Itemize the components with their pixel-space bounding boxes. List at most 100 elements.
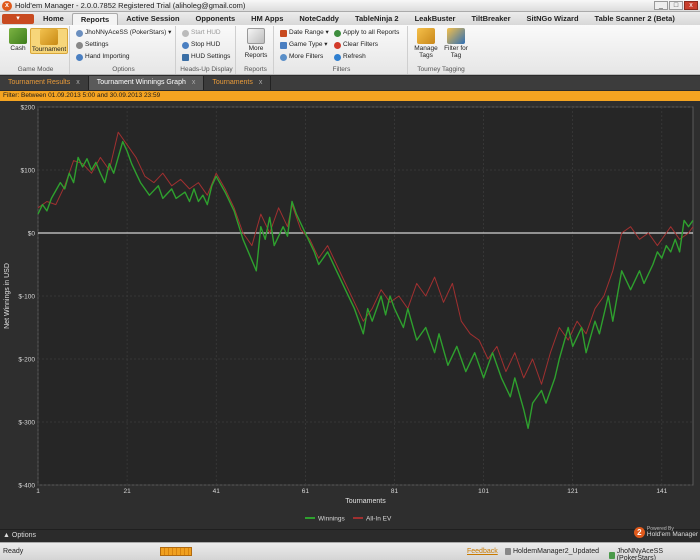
game-type-button[interactable]: Game Type ▾: [280, 40, 328, 50]
tab-leakbuster[interactable]: LeakBuster: [407, 13, 464, 25]
stop-hud-button[interactable]: Stop HUD: [182, 40, 220, 50]
filters-group: Date Range ▾ Game Type ▾ More Filters Ap…: [276, 26, 408, 74]
maximize-button[interactable]: □: [669, 1, 683, 10]
tab-reports[interactable]: Reports: [71, 13, 119, 25]
x-tick-label: 21: [123, 488, 131, 495]
hud-group: Start HUD Stop HUD HUD Settings Heads-Up…: [178, 26, 236, 74]
y-tick-label: $0: [28, 231, 36, 238]
x-tick-label: 121: [567, 488, 578, 495]
y-tick-label: $-100: [18, 294, 35, 301]
options-bar: ▲ Options: [0, 529, 700, 541]
tourney-tagging-label: Tourney Tagging: [417, 66, 465, 73]
tab-tableninja[interactable]: TableNinja 2: [347, 13, 407, 25]
apply-all-reports-button[interactable]: Apply to all Reports: [334, 28, 399, 38]
trophy-icon: [40, 29, 58, 45]
clear-filters-button[interactable]: Clear Filters: [334, 40, 378, 50]
hud-settings-button[interactable]: HUD Settings: [182, 52, 230, 62]
tag-filter-icon: [447, 28, 465, 44]
game-type-icon: [280, 41, 287, 49]
close-button[interactable]: x: [684, 1, 698, 10]
window-controls: _ □ x: [654, 1, 698, 10]
stop-icon: [182, 41, 189, 49]
y-tick-label: $100: [21, 168, 36, 175]
report-icon: [247, 28, 265, 44]
more-filters-button[interactable]: More Filters: [280, 52, 323, 62]
options-toggle[interactable]: ▲ Options: [3, 531, 36, 541]
legend-label: Winnings: [318, 516, 345, 523]
game-mode-label: Game Mode: [17, 66, 54, 73]
tab-hm-apps[interactable]: HM Apps: [243, 13, 291, 25]
tab-home[interactable]: Home: [35, 13, 72, 25]
winnings-graph: $200 $100 $0 $-100 $-200 $-300 $-400 1 21 41 61 81 1…: [0, 101, 700, 529]
start-hud-button[interactable]: Start HUD: [182, 28, 221, 38]
title-bar: x Hold'em Manager - 2.0.0.7852 Registere…: [0, 0, 700, 12]
x-tick-label: 81: [391, 488, 399, 495]
tag-icon: [417, 28, 435, 44]
tab-tournament-winnings-graph[interactable]: Tournament Winnings Graph x: [88, 76, 205, 90]
options-label: Options: [112, 66, 135, 73]
refresh-icon: [334, 53, 341, 61]
tab-table-scanner[interactable]: Table Scanner 2 (Beta): [587, 13, 683, 25]
apply-icon: [334, 29, 341, 37]
x-tick-label: 1: [36, 488, 40, 495]
hud-label: Heads-Up Display: [180, 66, 233, 73]
tab-sitngo-wizard[interactable]: SitNGo Wizard: [519, 13, 587, 25]
x-axis-label: Tournaments: [345, 498, 386, 505]
hud-icon: [182, 53, 189, 61]
player-status[interactable]: JhoNNyAceSS (PokerStars): [609, 548, 700, 560]
cash-button[interactable]: Cash: [5, 28, 31, 52]
status-bar: Ready Feedback HoldemManager2_Updated Jh…: [0, 542, 700, 560]
close-tab-icon[interactable]: x: [259, 76, 263, 90]
options-group: JhoNNyAceSS (PokerStars) ▾ Settings Hand…: [72, 26, 176, 74]
close-tab-icon[interactable]: x: [76, 76, 80, 90]
ribbon: Cash Tournament Game Mode JhoNNyAceSS (P…: [0, 25, 700, 75]
y-tick-label: $-300: [18, 420, 35, 427]
reports-group: More Reports Reports: [238, 26, 274, 74]
hm-logo-icon: 2: [633, 526, 645, 538]
date-range-button[interactable]: Date Range ▾: [280, 28, 329, 38]
reports-label: Reports: [244, 66, 267, 73]
clear-icon: [334, 41, 341, 49]
settings-button[interactable]: Settings: [76, 40, 109, 50]
minimize-button[interactable]: _: [654, 1, 668, 10]
calendar-icon: [280, 29, 287, 37]
y-axis-label: Net Winnings in USD: [4, 263, 11, 329]
tab-tournament-results[interactable]: Tournament Results x: [0, 76, 89, 90]
tournament-button[interactable]: Tournament: [30, 28, 68, 54]
window-title: Hold'em Manager - 2.0.0.7852 Registered …: [15, 1, 246, 10]
filters-label: Filters: [332, 66, 351, 73]
player-selector[interactable]: JhoNNyAceSS (PokerStars) ▾: [76, 28, 171, 38]
x-tick-label: 101: [478, 488, 489, 495]
more-reports-button[interactable]: More Reports: [242, 28, 270, 59]
import-progress-bar: [160, 547, 192, 556]
filter-for-tag-button[interactable]: Filter for Tag: [442, 28, 470, 59]
tab-tournaments[interactable]: Tournaments x: [204, 76, 272, 90]
close-tab-icon[interactable]: x: [192, 76, 196, 90]
status-ready: Ready: [3, 548, 24, 555]
manage-tags-button[interactable]: Manage Tags: [412, 28, 440, 59]
import-icon: [76, 53, 83, 61]
update-icon: [505, 548, 511, 555]
menu-bar: ▾ Home Reports Active Session Opponents …: [0, 12, 700, 25]
refresh-button[interactable]: Refresh: [334, 52, 366, 62]
player-status-icon: [609, 551, 615, 559]
player-icon: [76, 29, 83, 37]
app-menu-button[interactable]: ▾: [2, 14, 34, 24]
app-icon[interactable]: x: [2, 0, 12, 11]
tourney-tagging-group: Manage Tags Filter for Tag Tourney Taggi…: [410, 26, 472, 74]
x-tick-label: 141: [656, 488, 667, 495]
play-icon: [182, 29, 189, 37]
winnings-chart-svg: $200$100$0$-100$-200$-300$-4001 21 41 61 81 1…: [4, 105, 694, 523]
update-status[interactable]: HoldemManager2_Updated: [505, 548, 599, 555]
tab-opponents[interactable]: Opponents: [188, 13, 244, 25]
tab-active-session[interactable]: Active Session: [118, 13, 187, 25]
x-tick-label: 61: [302, 488, 310, 495]
y-tick-label: $-400: [18, 483, 35, 490]
feedback-link[interactable]: Feedback: [467, 548, 498, 555]
hand-importing-button[interactable]: Hand Importing: [76, 52, 129, 62]
document-tabs: Tournament Results x Tournament Winnings…: [0, 76, 700, 90]
tab-notecaddy[interactable]: NoteCaddy: [291, 13, 347, 25]
tab-tiltbreaker[interactable]: TiltBreaker: [463, 13, 518, 25]
gear-icon: [76, 41, 83, 49]
game-mode-group: Cash Tournament Game Mode: [2, 26, 70, 74]
